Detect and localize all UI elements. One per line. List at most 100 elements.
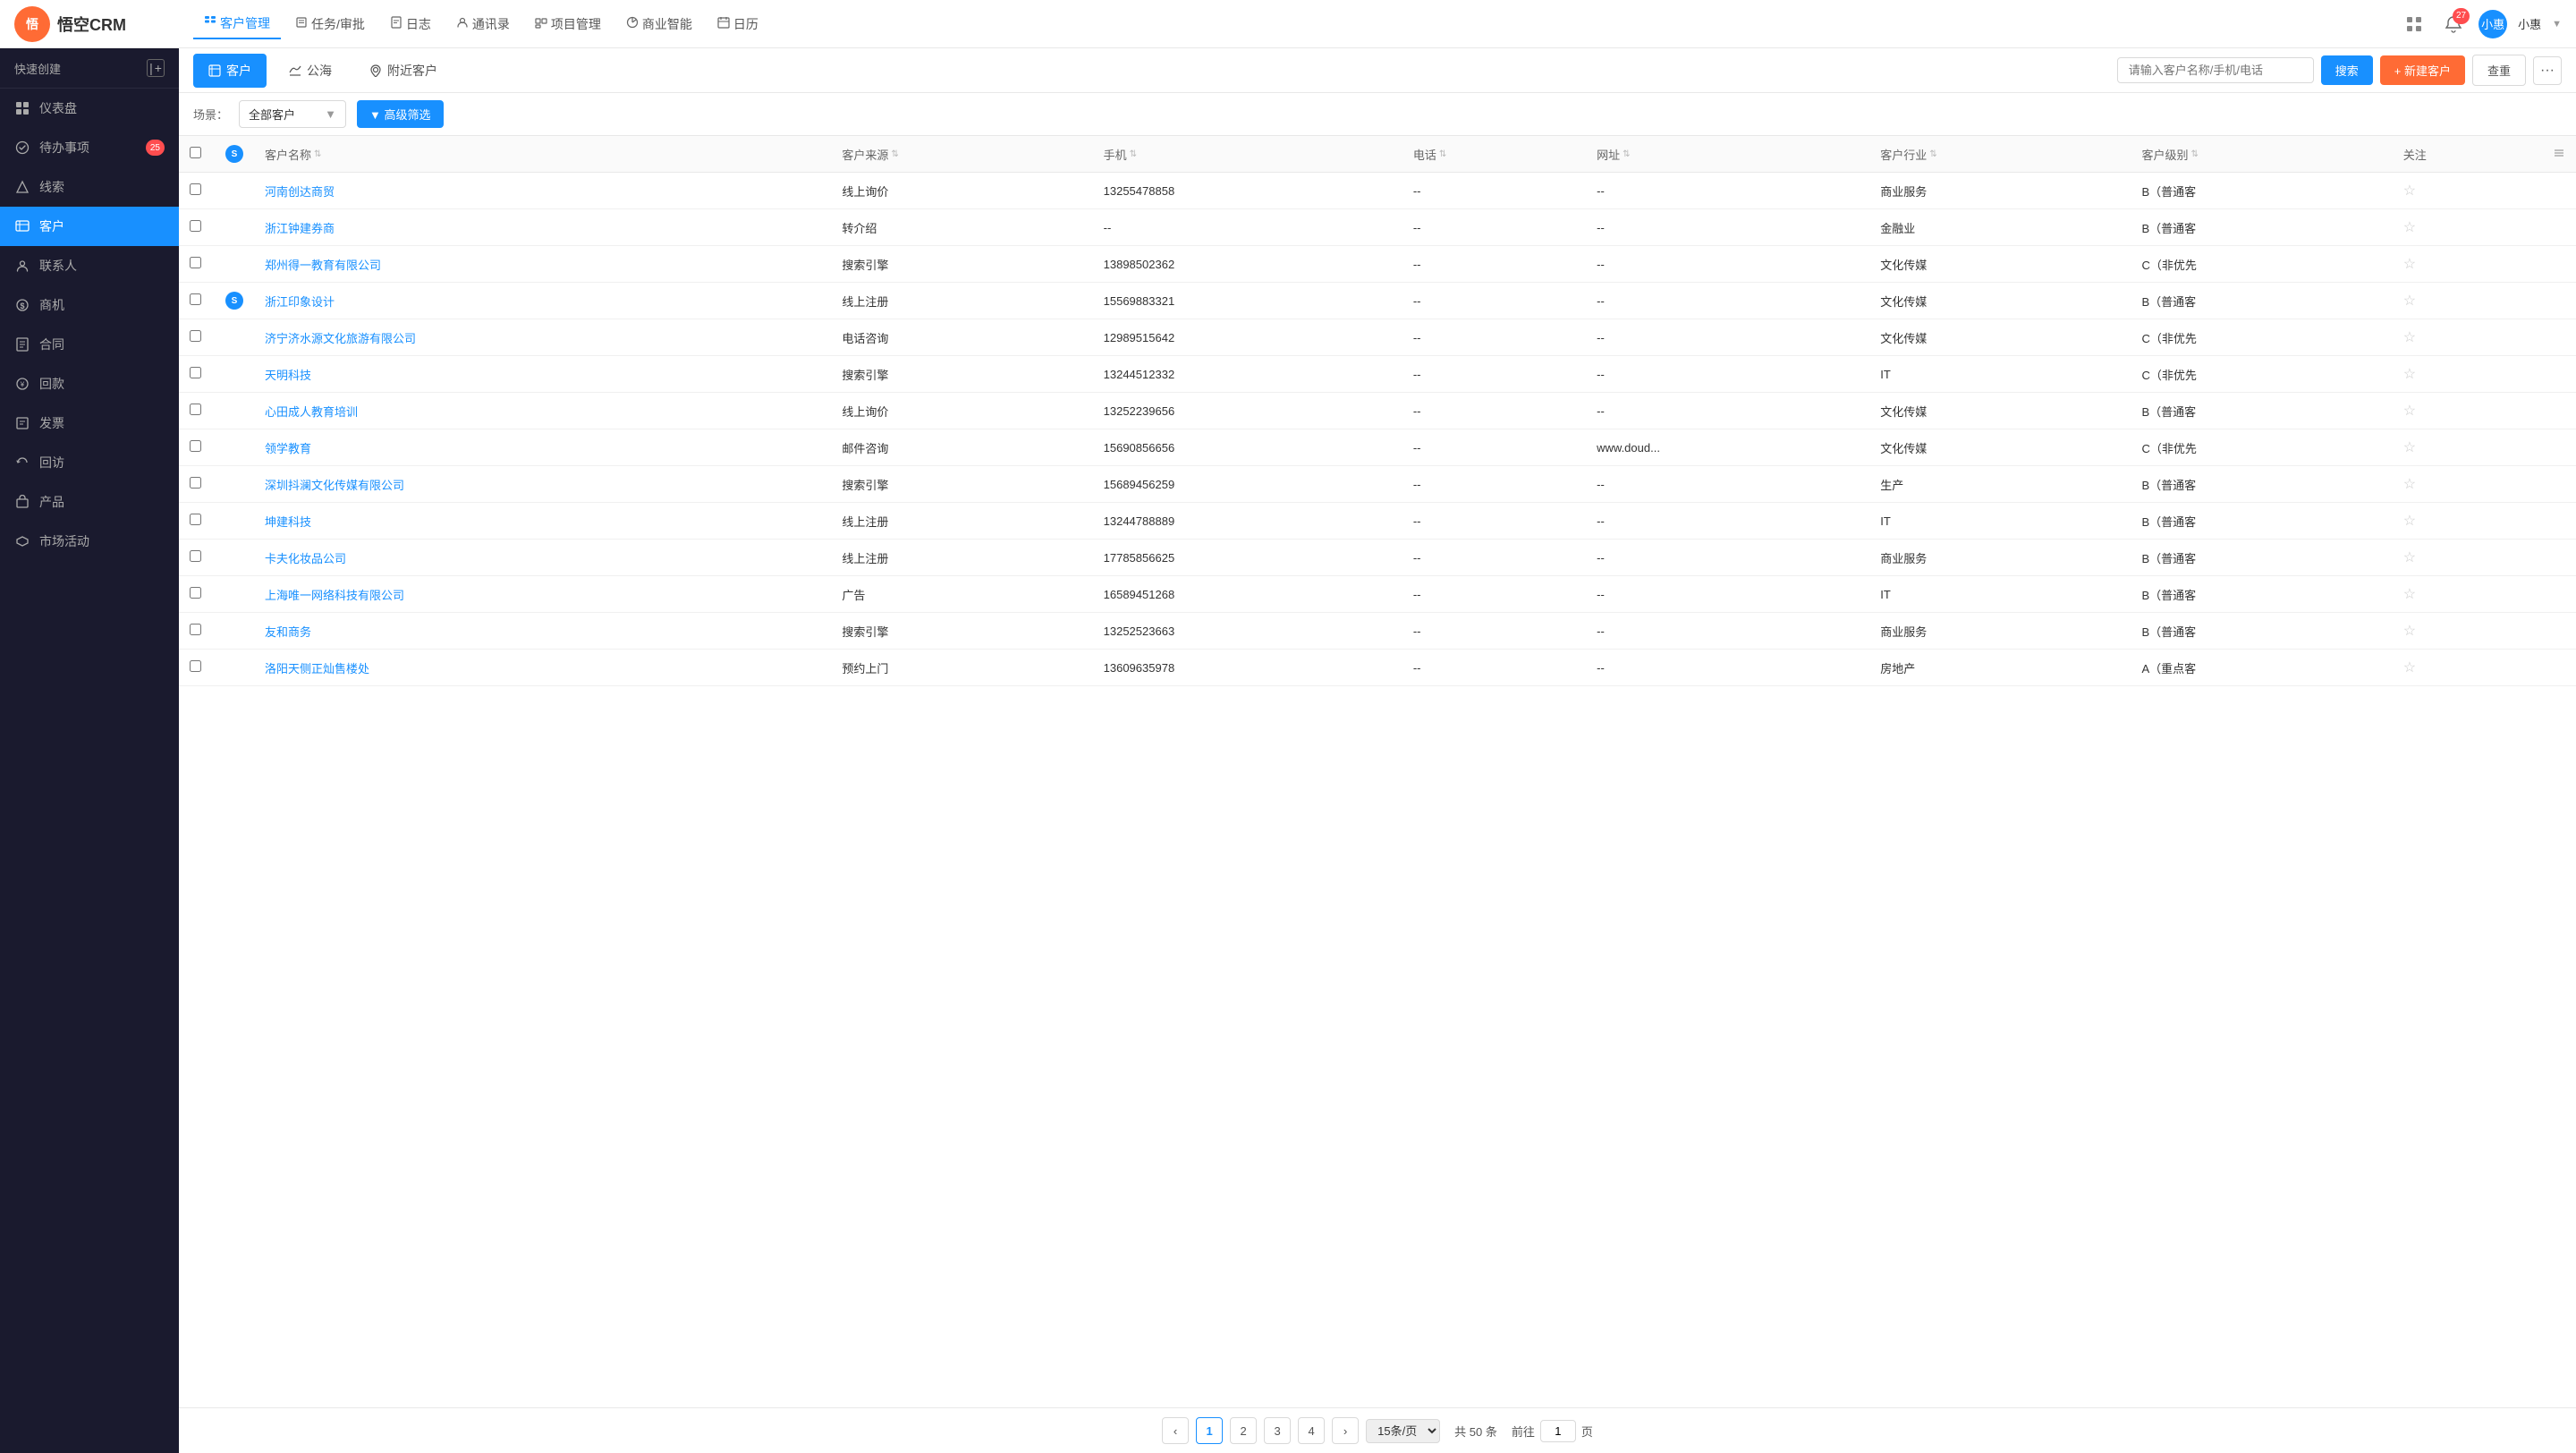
th-industry[interactable]: 客户行业 ⇅ bbox=[1869, 136, 2131, 173]
sidebar-item-leads[interactable]: 线索 bbox=[0, 167, 179, 207]
next-page-button[interactable]: › bbox=[1332, 1417, 1359, 1444]
row-checkbox[interactable] bbox=[190, 660, 201, 672]
sidebar-item-todo[interactable]: 待办事项 25 bbox=[0, 128, 179, 167]
row-checkbox-cell[interactable] bbox=[179, 576, 215, 613]
th-col-config[interactable] bbox=[2542, 136, 2576, 173]
row-checkbox-cell[interactable] bbox=[179, 246, 215, 283]
sidebar-item-opportunity[interactable]: $ 商机 bbox=[0, 285, 179, 325]
nav-item-calendar[interactable]: 日历 bbox=[707, 10, 769, 38]
tab-customer[interactable]: 客户 bbox=[193, 54, 267, 88]
tab-sea[interactable]: 公海 bbox=[274, 54, 347, 88]
row-star[interactable]: ☆ bbox=[2393, 540, 2542, 576]
row-customer-name[interactable]: 洛阳天侧正灿售楼处 bbox=[254, 650, 831, 686]
row-customer-name[interactable]: 浙江钟建券商 bbox=[254, 209, 831, 246]
search-input[interactable] bbox=[2117, 57, 2314, 83]
nav-item-task[interactable]: 任务/审批 bbox=[284, 10, 376, 38]
row-star[interactable]: ☆ bbox=[2393, 429, 2542, 466]
page-3-button[interactable]: 3 bbox=[1264, 1417, 1291, 1444]
th-level[interactable]: 客户级别 ⇅ bbox=[2131, 136, 2392, 173]
customer-link[interactable]: 深圳抖澜文化传媒有限公司 bbox=[265, 479, 404, 492]
star-icon[interactable]: ☆ bbox=[2403, 367, 2416, 382]
scene-selector[interactable]: 全部客户 ▼ bbox=[239, 100, 346, 128]
sidebar-item-contacts[interactable]: 联系人 bbox=[0, 246, 179, 285]
star-icon[interactable]: ☆ bbox=[2403, 477, 2416, 492]
row-checkbox-cell[interactable] bbox=[179, 209, 215, 246]
advanced-filter-button[interactable]: ▼ 高级筛选 bbox=[357, 100, 443, 128]
customer-link[interactable]: 河南创达商贸 bbox=[265, 185, 335, 199]
sidebar-item-product[interactable]: 产品 bbox=[0, 482, 179, 522]
nav-item-customer-mgmt[interactable]: 客户管理 bbox=[193, 9, 281, 39]
sidebar-item-revisit[interactable]: 回访 bbox=[0, 443, 179, 482]
row-checkbox-cell[interactable] bbox=[179, 503, 215, 540]
star-icon[interactable]: ☆ bbox=[2403, 587, 2416, 602]
th-mobile[interactable]: 手机 ⇅ bbox=[1093, 136, 1402, 173]
row-star[interactable]: ☆ bbox=[2393, 319, 2542, 356]
row-customer-name[interactable]: 友和商务 bbox=[254, 613, 831, 650]
row-star[interactable]: ☆ bbox=[2393, 173, 2542, 209]
row-customer-name[interactable]: 济宁济水源文化旅游有限公司 bbox=[254, 319, 831, 356]
row-checkbox[interactable] bbox=[190, 220, 201, 232]
row-customer-name[interactable]: 天明科技 bbox=[254, 356, 831, 393]
row-customer-name[interactable]: 浙江印象设计 bbox=[254, 283, 831, 319]
row-customer-name[interactable]: 领学教育 bbox=[254, 429, 831, 466]
page-2-button[interactable]: 2 bbox=[1230, 1417, 1257, 1444]
row-star[interactable]: ☆ bbox=[2393, 613, 2542, 650]
row-checkbox[interactable] bbox=[190, 514, 201, 525]
row-checkbox-cell[interactable] bbox=[179, 429, 215, 466]
sidebar-item-dashboard[interactable]: 仪表盘 bbox=[0, 89, 179, 128]
row-star[interactable]: ☆ bbox=[2393, 393, 2542, 429]
select-all-header[interactable] bbox=[179, 136, 215, 173]
row-checkbox-cell[interactable] bbox=[179, 613, 215, 650]
star-icon[interactable]: ☆ bbox=[2403, 257, 2416, 272]
page-size-selector[interactable]: 15条/页 30条/页 50条/页 bbox=[1366, 1419, 1440, 1443]
sidebar-item-payment[interactable]: ¥ 回款 bbox=[0, 364, 179, 404]
row-checkbox[interactable] bbox=[190, 257, 201, 268]
sidebar-item-invoice[interactable]: 发票 bbox=[0, 404, 179, 443]
page-4-button[interactable]: 4 bbox=[1298, 1417, 1325, 1444]
page-jump-input[interactable] bbox=[1540, 1420, 1576, 1442]
customer-link[interactable]: 卡夫化妆品公司 bbox=[265, 552, 346, 565]
row-star[interactable]: ☆ bbox=[2393, 650, 2542, 686]
sort-arrows-website[interactable]: ⇅ bbox=[1623, 149, 1630, 159]
row-customer-name[interactable]: 上海唯一网络科技有限公司 bbox=[254, 576, 831, 613]
sidebar-item-marketing[interactable]: 市场活动 bbox=[0, 522, 179, 561]
row-checkbox-cell[interactable] bbox=[179, 393, 215, 429]
row-checkbox-cell[interactable] bbox=[179, 319, 215, 356]
row-checkbox-cell[interactable] bbox=[179, 173, 215, 209]
star-icon[interactable]: ☆ bbox=[2403, 220, 2416, 235]
grid-menu-icon[interactable] bbox=[2400, 10, 2428, 38]
star-icon[interactable]: ☆ bbox=[2403, 440, 2416, 455]
nav-item-contacts[interactable]: 通讯录 bbox=[445, 10, 521, 38]
nav-item-project[interactable]: 项目管理 bbox=[524, 10, 612, 38]
quick-create-button[interactable]: 快速创建 | + bbox=[0, 48, 179, 89]
row-checkbox-cell[interactable] bbox=[179, 466, 215, 503]
star-icon[interactable]: ☆ bbox=[2403, 660, 2416, 676]
star-icon[interactable]: ☆ bbox=[2403, 404, 2416, 419]
star-icon[interactable]: ☆ bbox=[2403, 293, 2416, 309]
page-1-button[interactable]: 1 bbox=[1196, 1417, 1223, 1444]
sidebar-item-customer[interactable]: 客户 bbox=[0, 207, 179, 246]
th-source[interactable]: 客户来源 ⇅ bbox=[831, 136, 1092, 173]
row-checkbox[interactable] bbox=[190, 624, 201, 635]
customer-link[interactable]: 浙江印象设计 bbox=[265, 295, 335, 309]
sort-arrows-phone[interactable]: ⇅ bbox=[1439, 149, 1446, 159]
sort-arrows-mobile[interactable]: ⇅ bbox=[1130, 149, 1137, 159]
row-star[interactable]: ☆ bbox=[2393, 576, 2542, 613]
sort-arrows-name[interactable]: ⇅ bbox=[314, 149, 321, 159]
customer-link[interactable]: 济宁济水源文化旅游有限公司 bbox=[265, 332, 416, 345]
row-customer-name[interactable]: 心田成人教育培训 bbox=[254, 393, 831, 429]
star-icon[interactable]: ☆ bbox=[2403, 514, 2416, 529]
customer-link[interactable]: 洛阳天侧正灿售楼处 bbox=[265, 662, 369, 676]
row-star[interactable]: ☆ bbox=[2393, 283, 2542, 319]
customer-link[interactable]: 上海唯一网络科技有限公司 bbox=[265, 589, 404, 602]
star-icon[interactable]: ☆ bbox=[2403, 183, 2416, 199]
nav-item-log[interactable]: 日志 bbox=[379, 10, 442, 38]
customer-link[interactable]: 坤建科技 bbox=[265, 515, 311, 529]
avatar-name[interactable]: 小惠 bbox=[2518, 15, 2541, 32]
tab-nearby[interactable]: 附近客户 bbox=[354, 54, 453, 88]
reset-button[interactable]: 查重 bbox=[2472, 55, 2526, 86]
avatar[interactable]: 小惠 bbox=[2479, 10, 2507, 38]
star-icon[interactable]: ☆ bbox=[2403, 550, 2416, 565]
sort-arrows-level[interactable]: ⇅ bbox=[2190, 149, 2198, 159]
new-customer-button[interactable]: + 新建客户 bbox=[2380, 55, 2465, 85]
